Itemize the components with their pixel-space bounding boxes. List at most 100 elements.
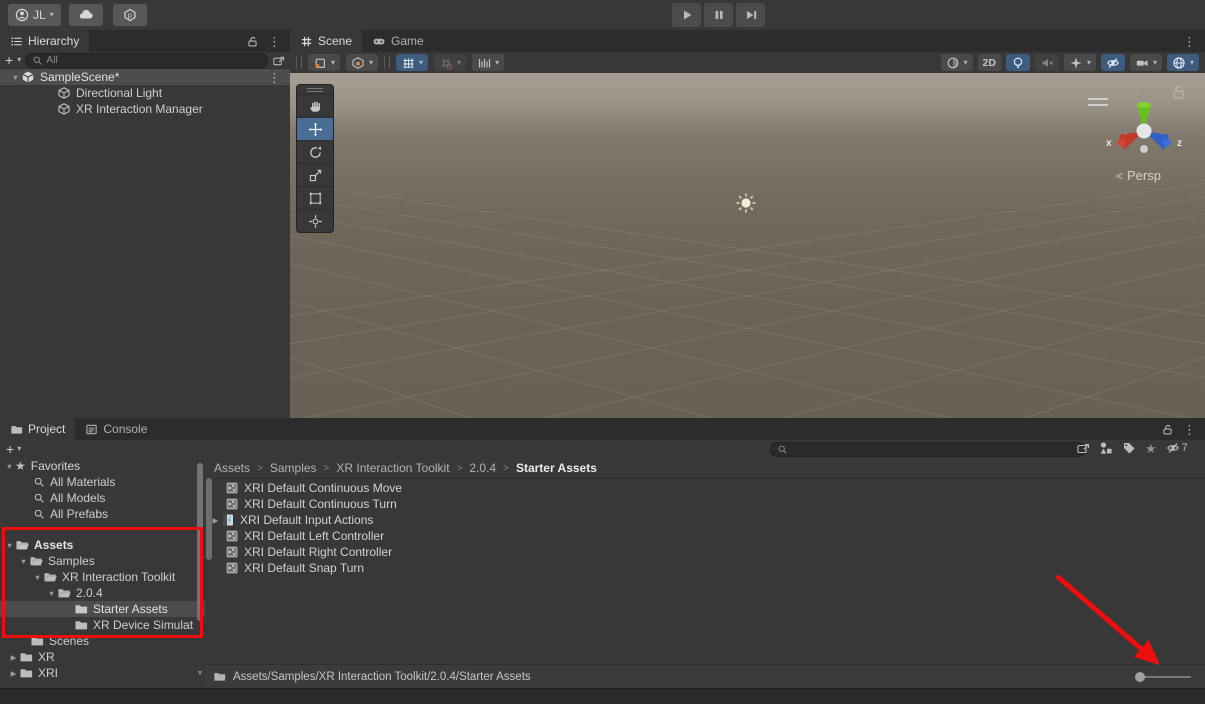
cloud-services-button[interactable]: [69, 4, 103, 26]
file-row[interactable]: XRI Default Right Controller: [205, 544, 1205, 560]
project-search[interactable]: [770, 442, 1086, 457]
hierarchy-row-xr-interaction-manager[interactable]: XR Interaction Manager: [0, 101, 290, 117]
open-search-window-icon[interactable]: [1076, 441, 1090, 455]
tree-row-all-models[interactable]: All Models: [0, 490, 205, 506]
file-row[interactable]: XRI Default Continuous Turn: [205, 496, 1205, 512]
hidden-count: 7: [1182, 442, 1188, 454]
create-caret-icon[interactable]: ▾: [17, 56, 21, 64]
foldout-expanded-icon[interactable]: ▼: [46, 589, 57, 598]
scroll-down-icon[interactable]: ▼: [196, 670, 204, 677]
scene-menu-icon[interactable]: ⋮: [265, 71, 284, 84]
transform-tool-button[interactable]: [297, 209, 333, 232]
tree-scrollbar-thumb[interactable]: [197, 463, 203, 621]
search-by-label-icon[interactable]: [1122, 441, 1136, 455]
tree-scrollbar[interactable]: ▼: [196, 458, 204, 688]
pause-icon: [712, 8, 726, 22]
tree-row-xr[interactable]: ▶ XR: [0, 649, 205, 665]
tree-row-favorites[interactable]: ▼ ★ Favorites: [0, 458, 205, 474]
file-row[interactable]: XRI Default Continuous Move: [205, 480, 1205, 496]
file-row[interactable]: ▶ XRI Default Input Actions: [205, 512, 1205, 528]
hand-tool-button[interactable]: [297, 94, 333, 117]
foldout-collapsed-icon[interactable]: ▶: [210, 516, 221, 525]
foldout-expanded-icon[interactable]: ▼: [18, 557, 29, 566]
create-button[interactable]: +: [5, 53, 13, 67]
project-search-input[interactable]: [791, 444, 1079, 456]
foldout-expanded-icon[interactable]: ▼: [4, 541, 15, 550]
rect-tool-button[interactable]: [297, 186, 333, 209]
step-button[interactable]: [736, 3, 765, 27]
foldout-expanded-icon[interactable]: ▼: [32, 573, 43, 582]
hierarchy-search[interactable]: [25, 53, 268, 68]
lighting-toggle[interactable]: [1006, 54, 1030, 71]
2d-toggle[interactable]: 2D: [978, 54, 1001, 71]
breadcrumb-chevron-icon: >: [457, 463, 463, 474]
tree-row-all-prefabs[interactable]: All Prefabs: [0, 506, 205, 522]
unlock-icon[interactable]: [1161, 423, 1174, 436]
effects-toggle[interactable]: ▾: [1064, 54, 1096, 71]
tab-game[interactable]: Game: [362, 30, 434, 52]
tab-console[interactable]: Console: [75, 418, 157, 440]
hierarchy-row-scene[interactable]: ▼ SampleScene* ⋮: [0, 69, 290, 85]
tool-strip-handle[interactable]: [297, 85, 333, 94]
file-row[interactable]: XRI Default Snap Turn: [205, 560, 1205, 576]
rotate-tool-button[interactable]: [297, 140, 333, 163]
tree-row-xr-device-simulator[interactable]: XR Device Simulat: [0, 617, 205, 633]
breadcrumb-item[interactable]: Samples: [270, 461, 317, 475]
snap-increment-button[interactable]: ▾: [472, 54, 504, 71]
grid-visibility-toggle[interactable]: ▾: [396, 54, 428, 71]
plastic-scm-button[interactable]: [113, 4, 147, 26]
unlock-icon[interactable]: [246, 35, 259, 48]
tab-scene[interactable]: Scene: [290, 30, 362, 52]
tree-row-scenes[interactable]: Scenes: [0, 633, 205, 649]
tree-row-all-materials[interactable]: All Materials: [0, 474, 205, 490]
scale-tool-button[interactable]: [297, 163, 333, 186]
tab-project[interactable]: Project: [0, 418, 75, 440]
gizmos-button[interactable]: ▾: [1167, 54, 1199, 71]
foldout-collapsed-icon[interactable]: ▶: [8, 669, 19, 678]
favorites-filter-icon[interactable]: ★: [1145, 442, 1157, 455]
tree-row-2-0-4[interactable]: ▼ 2.0.4: [0, 585, 205, 601]
foldout-collapsed-icon[interactable]: ▶: [8, 653, 19, 662]
scene-picking-icon[interactable]: [272, 54, 285, 67]
tool-handle-position-button[interactable]: ▾: [308, 54, 340, 71]
grid-snapping-toggle[interactable]: ▾: [434, 54, 466, 71]
pause-button[interactable]: [704, 3, 733, 27]
create-caret-icon[interactable]: ▾: [17, 445, 21, 453]
hierarchy-row-directional-light[interactable]: Directional Light: [0, 85, 290, 101]
panel-menu-icon[interactable]: ⋮: [265, 35, 284, 48]
tree-row-assets[interactable]: ▼ Assets: [0, 537, 205, 553]
foldout-expanded-icon[interactable]: ▼: [4, 462, 15, 471]
tree-row-xri[interactable]: ▶ XRI: [0, 665, 205, 681]
tree-row-samples[interactable]: ▼ Samples: [0, 553, 205, 569]
tool-handle-rotation-button[interactable]: ▾: [346, 54, 378, 71]
thumbnail-zoom-slider[interactable]: [1137, 676, 1191, 678]
axis-x-label: x: [1106, 138, 1112, 149]
tree-row-xr-interaction-toolkit[interactable]: ▼ XR Interaction Toolkit: [0, 569, 205, 585]
foldout-expanded-icon[interactable]: ▼: [10, 73, 21, 82]
scene-viewport[interactable]: x z y < Persp: [290, 73, 1205, 418]
shading-mode-button[interactable]: ▾: [941, 54, 973, 71]
zoom-slider-thumb[interactable]: [1135, 672, 1145, 682]
breadcrumb-item[interactable]: Assets: [214, 461, 250, 475]
search-by-type-icon[interactable]: [1099, 441, 1113, 455]
play-button[interactable]: [672, 3, 701, 27]
hierarchy-search-input[interactable]: [46, 54, 261, 66]
projection-label[interactable]: < Persp: [1116, 168, 1161, 183]
breadcrumb-item[interactable]: 2.0.4: [469, 461, 496, 475]
account-button[interactable]: JL ▾: [8, 4, 61, 26]
tab-hierarchy[interactable]: Hierarchy: [0, 30, 89, 52]
hidden-count-toggle[interactable]: 7: [1166, 441, 1188, 455]
camera-settings-button[interactable]: ▾: [1130, 54, 1162, 71]
breadcrumb-item[interactable]: XR Interaction Toolkit: [336, 461, 449, 475]
breadcrumb-item-current[interactable]: Starter Assets: [516, 461, 597, 475]
caret-down-icon: ▾: [50, 11, 54, 19]
panel-menu-icon[interactable]: ⋮: [1180, 423, 1199, 436]
directional-light-gizmo[interactable]: [735, 192, 757, 214]
tree-row-starter-assets[interactable]: Starter Assets: [0, 601, 205, 617]
scene-visibility-toggle[interactable]: [1101, 54, 1125, 71]
file-row[interactable]: XRI Default Left Controller: [205, 528, 1205, 544]
move-tool-button[interactable]: [297, 117, 333, 140]
audio-toggle[interactable]: [1035, 54, 1059, 71]
panel-menu-icon[interactable]: ⋮: [1180, 35, 1199, 48]
create-asset-button[interactable]: +: [6, 442, 14, 456]
